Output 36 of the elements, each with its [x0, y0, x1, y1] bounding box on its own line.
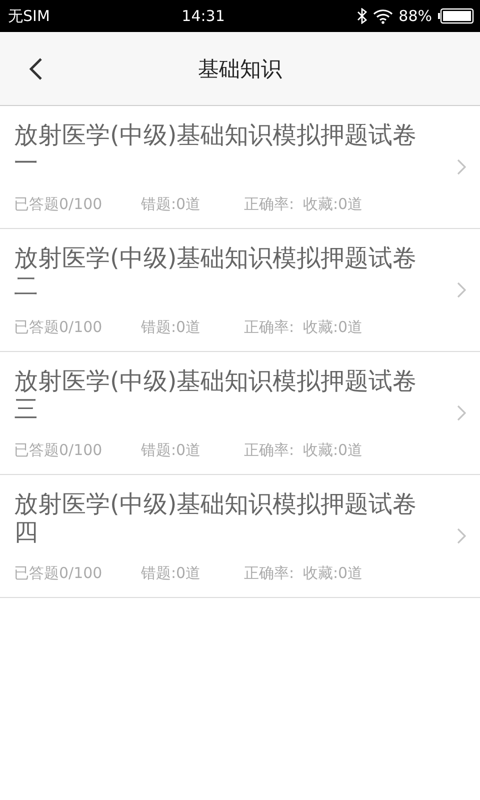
paper-item[interactable]: 放射医学(中级)基础知识模拟押题试卷二 已答题0/100 错题:0道 正确率: 收藏:0道 — [0, 229, 480, 352]
answered-count: 已答题0/100 — [14, 440, 104, 460]
accuracy-label: 正确率: — [244, 440, 296, 460]
answered-count: 已答题0/100 — [14, 194, 104, 214]
favorites-count: 收藏:0道 — [303, 318, 364, 336]
chevron-right-icon — [457, 405, 466, 421]
chevron-right-icon — [457, 159, 466, 175]
battery-icon — [438, 8, 474, 24]
paper-item[interactable]: 放射医学(中级)基础知识模拟押题试卷一 已答题0/100 错题:0道 正确率: 收藏:0道 — [0, 106, 480, 229]
wrong-count: 错题:0道 — [141, 194, 202, 214]
wrong-count: 错题:0道 — [141, 564, 202, 582]
answered-count: 已答题0/100 — [14, 318, 104, 336]
chevron-right-icon — [457, 528, 466, 544]
carrier-text: 无SIM — [8, 6, 50, 26]
paper-item[interactable]: 放射医学(中级)基础知识模拟押题试卷四 已答题0/100 错题:0道 正确率: 收藏:0道 — [0, 475, 480, 598]
accuracy-label: 正确率: — [244, 318, 296, 336]
paper-title: 放射医学(中级)基础知识模拟押题试卷四 — [14, 490, 418, 546]
favorites-count: 收藏:0道 — [303, 564, 364, 582]
clock-time: 14:31 — [182, 7, 225, 25]
battery-percent: 88% — [398, 7, 432, 25]
accuracy-label: 正确率: — [244, 564, 296, 582]
accuracy-label: 正确率: — [244, 194, 296, 214]
wrong-count: 错题:0道 — [141, 440, 202, 460]
favorites-count: 收藏:0道 — [303, 194, 364, 214]
paper-title: 放射医学(中级)基础知识模拟押题试卷三 — [14, 366, 418, 422]
paper-title: 放射医学(中级)基础知识模拟押题试卷二 — [14, 244, 418, 300]
paper-title: 放射医学(中级)基础知识模拟押题试卷一 — [14, 120, 418, 176]
paper-item[interactable]: 放射医学(中级)基础知识模拟押题试卷三 已答题0/100 错题:0道 正确率: 收藏:0道 — [0, 352, 480, 475]
wrong-count: 错题:0道 — [141, 318, 202, 336]
bluetooth-icon — [356, 8, 367, 24]
page-title: 基础知识 — [198, 56, 282, 82]
back-icon — [29, 57, 43, 81]
favorites-count: 收藏:0道 — [303, 440, 364, 460]
wifi-icon — [372, 8, 393, 24]
answered-count: 已答题0/100 — [14, 564, 104, 582]
chevron-right-icon — [457, 282, 466, 298]
